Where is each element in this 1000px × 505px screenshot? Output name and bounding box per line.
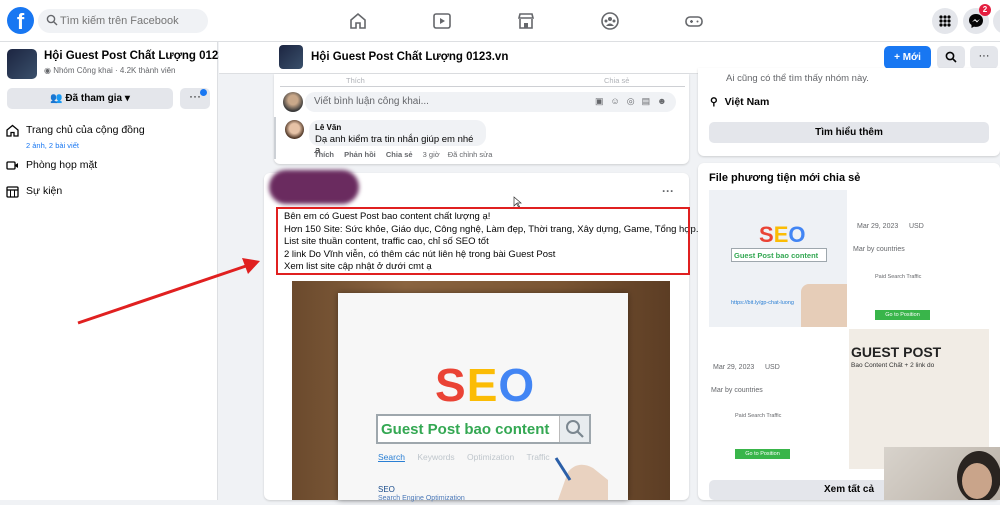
media-currency: USD [765, 364, 780, 371]
media-currency: USD [909, 223, 924, 230]
image-seo-small-sub: Search Engine Optimization [378, 495, 465, 502]
seo-letter: S [759, 222, 774, 247]
image-tabs: Search Keywords Optimization Traffic [378, 452, 560, 462]
media-search-text: Guest Post bao content [731, 248, 827, 262]
magnifier-icon [559, 416, 589, 442]
media-seo-title: SEO [759, 222, 806, 248]
media-guest-post-sub: Bao Content Chất + 2 link do [851, 362, 935, 369]
image-search-bar: Guest Post bao content [376, 414, 591, 444]
shared-media-title: File phương tiện mới chia sẻ [709, 172, 861, 184]
media-guest-post-title: GUEST POST [851, 344, 942, 360]
media-countries: Mar by countries [711, 387, 763, 394]
image-search-text: Guest Post bao content [381, 421, 550, 438]
media-thumbnail-3[interactable]: Mar 29, 2023 USD Mar by countries Paid S… [709, 329, 847, 469]
learn-more-button[interactable]: Tìm hiểu thêm [709, 122, 989, 143]
image-tab: Optimization [467, 452, 515, 462]
seo-letter: E [466, 359, 499, 411]
image-seo-small-title: SEO [378, 485, 395, 494]
media-date: Mar 29, 2023 [857, 223, 899, 230]
media-paid: Paid Search Traffic [735, 413, 782, 419]
image-seo-caption: SEO Search Engine Optimization [378, 485, 465, 503]
media-url: https://bit.ly/gp-chat-luong [731, 300, 794, 306]
image-tab: Search [378, 452, 405, 462]
seo-letter: O [788, 222, 806, 247]
media-thumbnail-1[interactable]: SEO Guest Post bao content https://bit.l… [709, 190, 847, 327]
media-paid: Paid Search Traffic [875, 274, 922, 280]
seo-title: SEO [435, 358, 535, 412]
hand-image [801, 284, 847, 327]
media-green-button: Go to Position Tracking [735, 449, 790, 467]
seo-letter: O [498, 359, 536, 411]
hand-with-pen-image [554, 457, 608, 500]
media-date: Mar 29, 2023 [713, 364, 755, 371]
media-thumbnail-2[interactable]: Mar 29, 2023 USD Mar by countries Paid S… [849, 190, 989, 327]
webcam-overlay [884, 447, 1000, 503]
location-row: ⚲ Việt Nam [710, 96, 769, 108]
seo-letter: S [435, 359, 467, 411]
seo-letter: E [773, 222, 789, 247]
image-tab: Traffic [526, 452, 550, 462]
media-green-button: Go to Position Tracking [875, 310, 930, 327]
media-countries: Mar by countries [853, 246, 905, 253]
location-text: Việt Nam [724, 96, 770, 108]
location-pin-icon: ⚲ [710, 96, 721, 108]
image-tab: Keywords [417, 452, 455, 462]
visibility-description: Ai cũng có thể tìm thấy nhóm này. [726, 73, 869, 84]
